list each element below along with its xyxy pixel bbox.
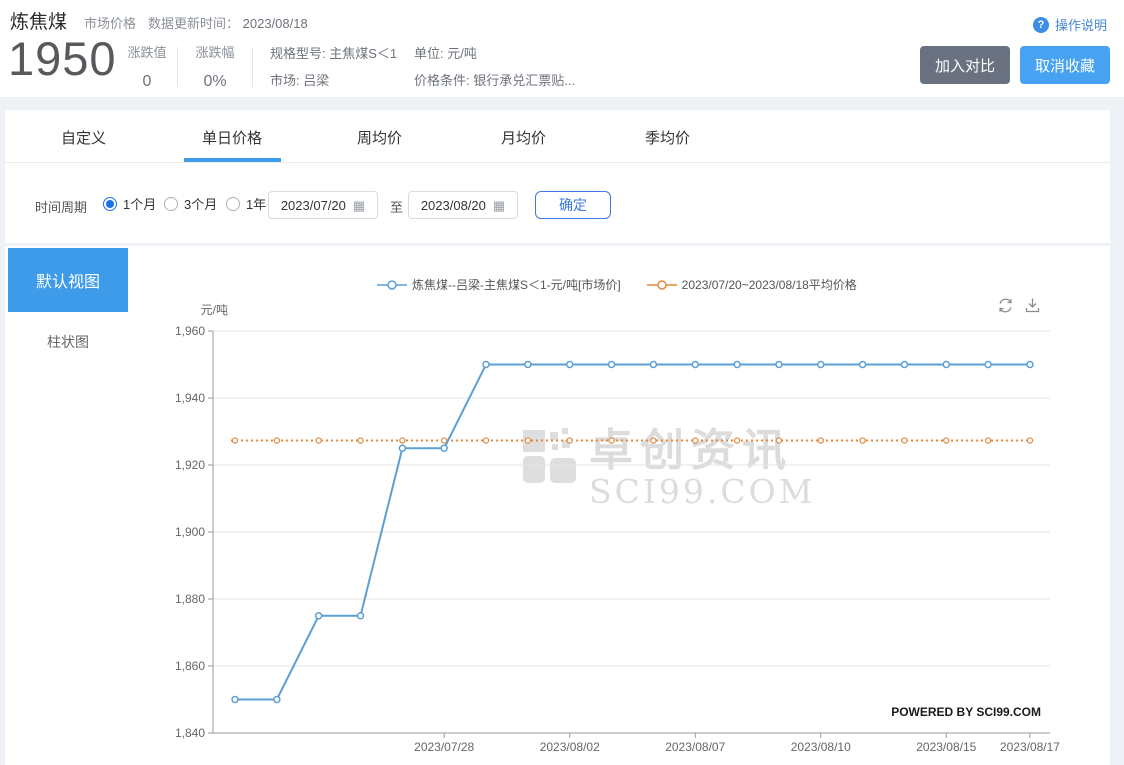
svg-text:2023/08/17: 2023/08/17	[1000, 740, 1060, 754]
radio-button-icon	[164, 197, 178, 211]
change-value: 0	[122, 73, 172, 91]
spec-market: 市场: 吕梁	[270, 67, 397, 94]
confirm-button[interactable]: 确定	[535, 191, 611, 219]
svg-text:2023/07/28: 2023/07/28	[414, 740, 474, 754]
add-compare-button[interactable]: 加入对比	[920, 46, 1010, 84]
radio-3-month-label: 3个月	[184, 194, 217, 213]
tab-custom[interactable]: 自定义	[61, 127, 106, 148]
price-line-chart: 1,960 1,940 1,920 1,900 1,880 1,860 1,840 元/吨 20…	[5, 246, 1110, 765]
page: { "header": { "title": "炼焦煤", "subtitle"…	[0, 0, 1124, 765]
svg-text:1,940: 1,940	[175, 391, 205, 405]
svg-text:1,840: 1,840	[175, 726, 205, 740]
help-link[interactable]: ? 操作说明	[1033, 15, 1107, 34]
radio-button-icon	[103, 197, 117, 211]
page-header: 炼焦煤 市场价格 数据更新时间： 2023/08/18 1950 涨跌值 0 涨…	[0, 0, 1124, 97]
divider	[252, 47, 253, 87]
radio-button-icon	[226, 197, 240, 211]
tab-weekly-avg[interactable]: 周均价	[357, 127, 402, 148]
update-time-label: 数据更新时间：	[148, 16, 239, 31]
svg-text:1,900: 1,900	[175, 525, 205, 539]
calendar-icon: ▦	[353, 199, 365, 212]
product-title: 炼焦煤	[10, 7, 67, 34]
change-pct: 0%	[190, 73, 240, 91]
active-tab-underline	[184, 158, 281, 162]
radio-3-month[interactable]: 3个月	[164, 194, 217, 213]
chart-card: 默认视图 柱状图 炼焦煤--吕梁-主焦煤S＜1-元/吨[市场价] 2023/07…	[5, 246, 1110, 765]
calendar-icon: ▦	[493, 199, 505, 212]
tabs-filter-card: 自定义 单日价格 周均价 月均价 季均价 时间周期 1个月 3个月 1年 202…	[5, 110, 1110, 243]
spec-unit: 单位: 元/吨	[414, 40, 575, 67]
radio-1-year-label: 1年	[246, 194, 266, 213]
tab-monthly-avg[interactable]: 月均价	[501, 127, 546, 148]
svg-text:1,920: 1,920	[175, 458, 205, 472]
time-period-label: 时间周期	[35, 197, 87, 216]
svg-text:2023/08/15: 2023/08/15	[916, 740, 976, 754]
svg-text:元/吨: 元/吨	[201, 303, 228, 317]
divider	[177, 47, 178, 87]
change-value-block: 涨跌值 0	[122, 42, 172, 91]
change-value-label: 涨跌值	[122, 42, 172, 61]
radio-1-month[interactable]: 1个月	[103, 194, 156, 213]
start-date-input[interactable]: 2023/07/20 ▦	[268, 191, 378, 219]
end-date-input[interactable]: 2023/08/20 ▦	[408, 191, 518, 219]
help-label: 操作说明	[1055, 15, 1107, 34]
update-time-value: 2023/08/18	[243, 16, 308, 31]
tab-bar: 自定义 单日价格 周均价 月均价 季均价	[5, 110, 1110, 163]
svg-text:1,960: 1,960	[175, 324, 205, 338]
unfavorite-button[interactable]: 取消收藏	[1020, 46, 1110, 84]
radio-1-month-label: 1个月	[123, 194, 156, 213]
svg-text:2023/08/02: 2023/08/02	[540, 740, 600, 754]
tab-quarterly-avg[interactable]: 季均价	[645, 127, 690, 148]
end-date-value: 2023/08/20	[421, 198, 486, 213]
to-label: 至	[390, 197, 403, 216]
spec-column-2: 单位: 元/吨 价格条件: 银行承兑汇票贴...	[414, 40, 575, 94]
change-pct-block: 涨跌幅 0%	[190, 42, 240, 91]
price-type-label: 市场价格	[84, 13, 136, 32]
question-mark-icon: ?	[1033, 17, 1049, 33]
svg-text:1,860: 1,860	[175, 659, 205, 673]
current-price: 1950	[8, 31, 117, 86]
start-date-value: 2023/07/20	[281, 198, 346, 213]
spec-model: 规格型号: 主焦煤S＜1	[270, 40, 397, 67]
spec-price-condition: 价格条件: 银行承兑汇票贴...	[414, 67, 575, 94]
time-filter-row: 时间周期 1个月 3个月 1年 2023/07/20 ▦ 至 2023/08/2…	[5, 163, 1110, 243]
svg-text:2023/08/10: 2023/08/10	[791, 740, 851, 754]
tab-daily-price[interactable]: 单日价格	[202, 127, 262, 148]
svg-text:1,880: 1,880	[175, 592, 205, 606]
svg-text:2023/08/07: 2023/08/07	[665, 740, 725, 754]
radio-1-year[interactable]: 1年	[226, 194, 266, 213]
change-pct-label: 涨跌幅	[190, 42, 240, 61]
update-time: 数据更新时间： 2023/08/18	[148, 13, 308, 32]
spec-column-1: 规格型号: 主焦煤S＜1 市场: 吕梁	[270, 40, 397, 94]
